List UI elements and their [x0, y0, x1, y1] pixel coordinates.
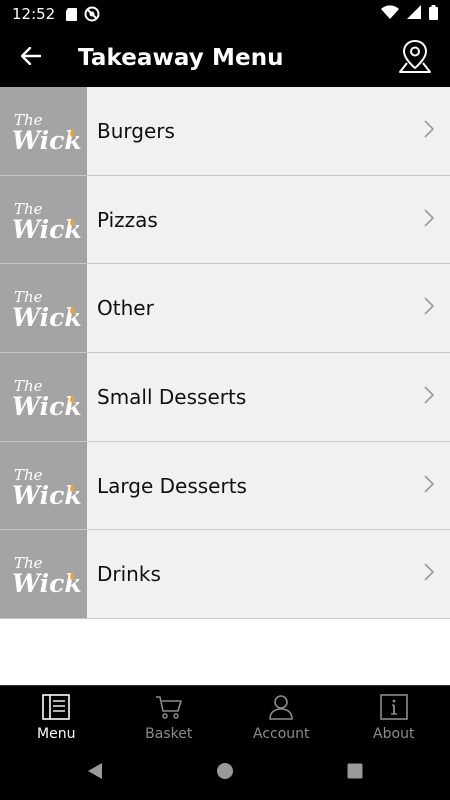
menu-item-thumbnail: The Wick — [0, 175, 87, 264]
chevron-right-icon — [424, 386, 435, 408]
tab-account[interactable]: Account — [225, 686, 338, 745]
menu-item-label: Pizzas — [97, 207, 158, 232]
menu-item-small-desserts[interactable]: The Wick Small Desserts — [0, 353, 450, 442]
chevron-right-icon — [424, 120, 435, 142]
tab-basket-label: Basket — [145, 726, 193, 742]
system-nav-bar — [0, 745, 450, 800]
menu-item-burgers[interactable]: The Wick Burgers — [0, 87, 450, 176]
sd-card-icon — [65, 7, 78, 22]
app-bar: Takeaway Menu — [0, 28, 450, 87]
the-wick-logo: The Wick — [12, 466, 82, 510]
user-icon — [267, 694, 295, 724]
the-wick-logo: The Wick — [12, 200, 82, 244]
chevron-right-icon — [424, 297, 435, 319]
tab-account-label: Account — [252, 726, 310, 742]
menu-item-label: Burgers — [97, 118, 175, 143]
back-button[interactable] — [0, 28, 62, 87]
the-wick-logo: The Wick — [12, 288, 82, 332]
menu-item-thumbnail: The Wick — [0, 530, 87, 619]
page-title: Takeaway Menu — [78, 44, 284, 71]
menu-item-thumbnail: The Wick — [0, 264, 87, 353]
system-home-button[interactable] — [160, 762, 290, 784]
the-wick-logo: The Wick — [12, 111, 82, 155]
menu-item-large-desserts[interactable]: The Wick Large Desserts — [0, 441, 450, 531]
menu-item-pizzas[interactable]: The Wick Pizzas — [0, 175, 450, 265]
tab-menu[interactable]: Menu — [0, 686, 113, 745]
system-back-button[interactable] — [30, 762, 160, 784]
menu-book-icon — [42, 694, 71, 724]
status-bar: 12:52 — [0, 0, 450, 28]
the-wick-logo: The Wick — [12, 554, 82, 598]
bottom-nav: Menu Basket Account About — [0, 685, 450, 745]
chevron-right-icon — [424, 208, 435, 231]
menu-item-label: Other — [97, 296, 154, 321]
wifi-icon — [381, 5, 399, 23]
tab-basket[interactable]: Basket — [113, 686, 226, 745]
battery-icon — [429, 4, 438, 24]
status-time: 12:52 — [12, 5, 56, 23]
menu-item-label: Small Desserts — [97, 384, 247, 409]
the-wick-logo: The Wick — [12, 377, 82, 421]
chevron-right-icon — [424, 475, 435, 497]
tab-about-label: About — [373, 726, 415, 742]
menu-item-label: Large Desserts — [97, 473, 247, 498]
menu-item-other[interactable]: The Wick Other — [0, 264, 450, 354]
menu-item-label: Drinks — [97, 562, 161, 587]
vpn-icon — [84, 6, 100, 22]
tab-about[interactable]: About — [338, 686, 450, 745]
menu-item-drinks[interactable]: The Wick Drinks — [0, 530, 450, 620]
menu-item-thumbnail: The Wick — [0, 87, 87, 175]
square-recents-icon — [347, 763, 363, 783]
chevron-right-icon — [424, 563, 435, 585]
signal-icon — [407, 5, 421, 23]
arrow-left-icon — [20, 46, 42, 69]
menu-list: The Wick Burgers The Wick Pizzas The Wic… — [0, 87, 450, 620]
location-button[interactable] — [396, 38, 434, 78]
tab-menu-label: Menu — [37, 726, 76, 742]
cart-icon — [155, 694, 183, 724]
info-icon — [379, 694, 408, 724]
menu-item-thumbnail: The Wick — [0, 353, 87, 441]
circle-home-icon — [216, 762, 234, 784]
system-recents-button[interactable] — [290, 763, 420, 783]
map-pin-icon — [397, 38, 433, 78]
triangle-back-icon — [87, 762, 103, 784]
menu-item-thumbnail: The Wick — [0, 441, 87, 530]
